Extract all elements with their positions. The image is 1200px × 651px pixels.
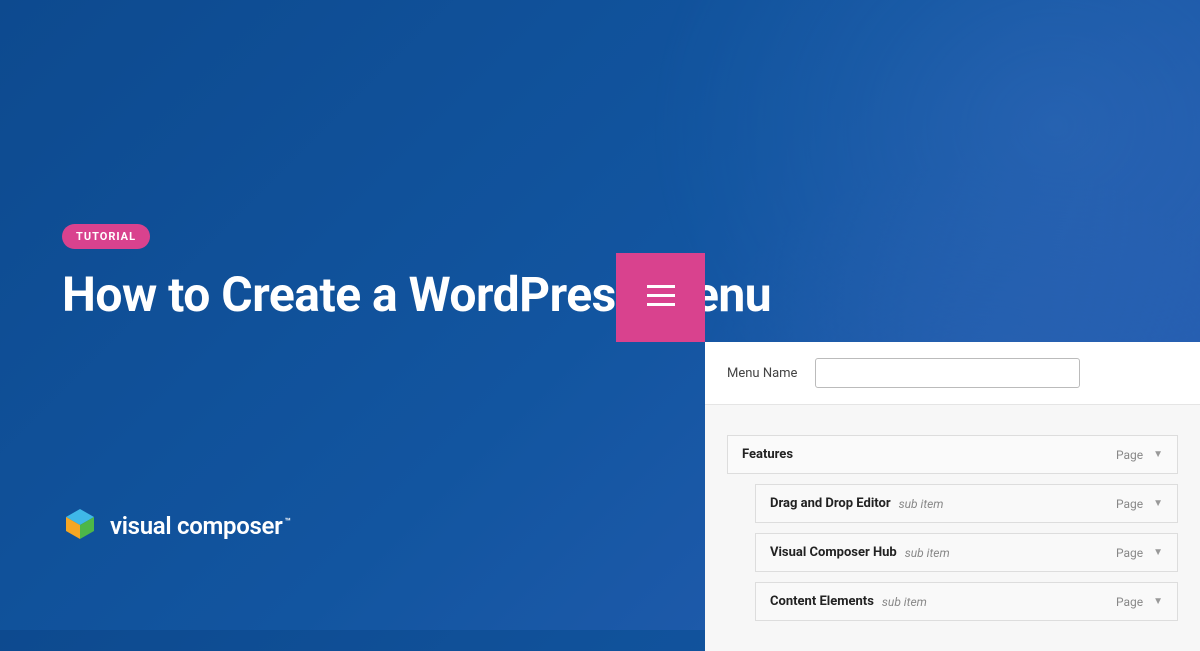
menu-name-input[interactable] bbox=[815, 358, 1080, 388]
logo-cube-icon bbox=[62, 506, 98, 546]
menu-item[interactable]: Visual Composer Hub sub item Page ▼ bbox=[755, 533, 1178, 572]
tutorial-badge: TUTORIAL bbox=[62, 224, 150, 249]
chevron-down-icon: ▼ bbox=[1153, 596, 1163, 607]
menu-item-label: Drag and Drop Editor bbox=[770, 496, 891, 511]
chevron-down-icon: ▼ bbox=[1153, 449, 1163, 460]
menu-editor-panel: Menu Name Features Page ▼ Drag and Drop … bbox=[705, 342, 1200, 651]
menu-name-label: Menu Name bbox=[727, 366, 797, 381]
hamburger-icon bbox=[647, 285, 675, 311]
menu-item-type: Page bbox=[1116, 546, 1143, 560]
menu-item[interactable]: Features Page ▼ bbox=[727, 435, 1178, 474]
menu-items-list: Features Page ▼ Drag and Drop Editor sub… bbox=[705, 405, 1200, 651]
menu-item[interactable]: Content Elements sub item Page ▼ bbox=[755, 582, 1178, 621]
chevron-down-icon: ▼ bbox=[1153, 547, 1163, 558]
menu-name-row: Menu Name bbox=[705, 342, 1200, 405]
menu-item-subtext: sub item bbox=[905, 546, 950, 560]
menu-item-subtext: sub item bbox=[882, 595, 927, 609]
menu-item[interactable]: Drag and Drop Editor sub item Page ▼ bbox=[755, 484, 1178, 523]
menu-item-type: Page bbox=[1116, 497, 1143, 511]
hamburger-menu-button[interactable] bbox=[616, 253, 705, 342]
brand-logo: visual composer™ bbox=[62, 506, 291, 546]
menu-item-label: Content Elements bbox=[770, 594, 874, 609]
menu-item-type: Page bbox=[1116, 595, 1143, 609]
menu-item-type: Page bbox=[1116, 448, 1143, 462]
menu-item-label: Visual Composer Hub bbox=[770, 545, 897, 560]
chevron-down-icon: ▼ bbox=[1153, 498, 1163, 509]
menu-item-subtext: sub item bbox=[899, 497, 944, 511]
brand-name: visual composer™ bbox=[110, 512, 291, 540]
menu-item-label: Features bbox=[742, 447, 793, 462]
